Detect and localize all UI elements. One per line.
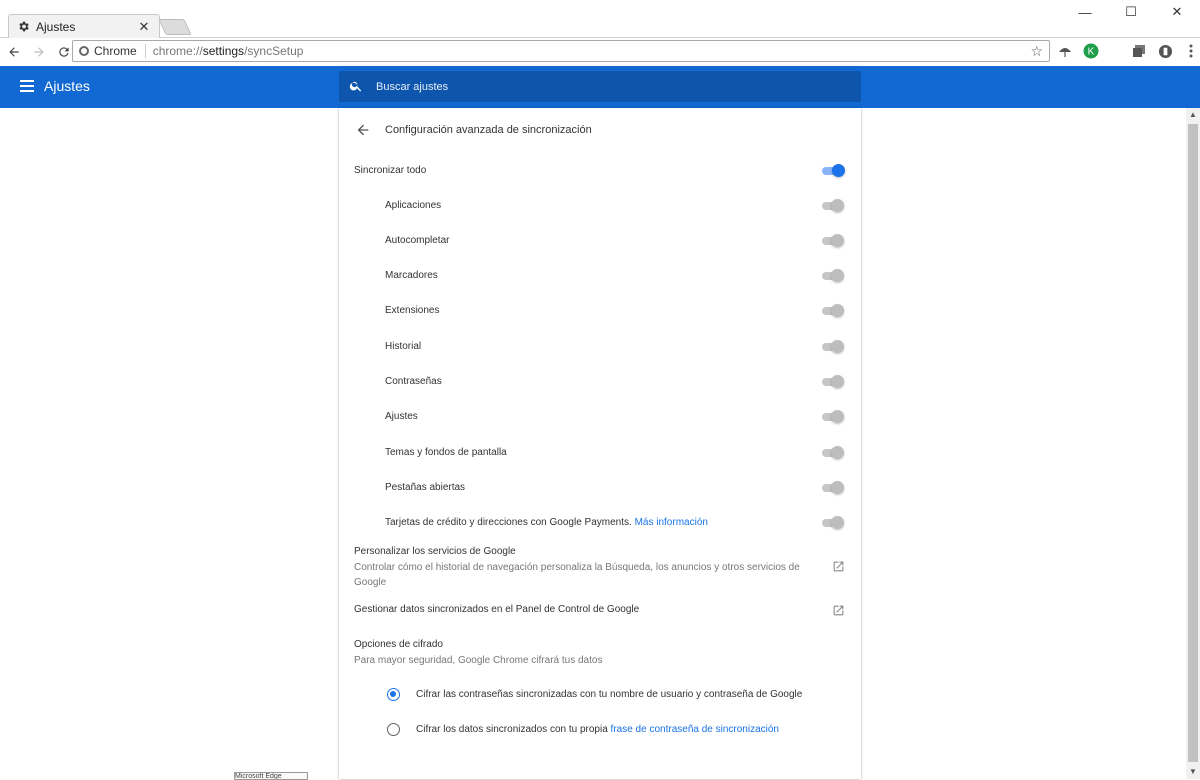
extension-umbrella-icon[interactable] (1055, 41, 1075, 61)
open-tabs-toggle[interactable] (822, 481, 844, 494)
apps-toggle[interactable] (822, 199, 844, 212)
sync-all-row[interactable]: Sincronizar todo (339, 154, 861, 189)
url-text: chrome://settings/syncSetup (152, 44, 304, 58)
site-label: Chrome (94, 44, 137, 58)
open-in-new-icon[interactable] (832, 560, 845, 573)
sync-item-label: Pestañas abiertas (385, 482, 466, 493)
address-bar[interactable]: Chrome chrome://settings/syncSetup ☆ (72, 40, 1050, 62)
extension-shield-icon[interactable] (1155, 41, 1175, 61)
scroll-up-icon[interactable]: ▲ (1186, 108, 1200, 122)
arrow-right-icon (34, 46, 44, 57)
tab-title: Ajustes (36, 19, 76, 34)
page-title: Ajustes (44, 78, 90, 94)
extension-icons: K (1055, 41, 1200, 61)
forward-button[interactable] (28, 41, 50, 63)
encryption-options: Opciones de cifrado Para mayor seguridad… (354, 639, 834, 668)
encryption-description: Para mayor seguridad, Google Chrome cifr… (354, 655, 603, 666)
title-bar: Ajustes ✕ — ☐ ✕ (0, 0, 1200, 38)
site-chip[interactable]: Chrome (79, 44, 146, 58)
sync-item-label: Extensiones (385, 305, 440, 316)
bookmark-star-icon[interactable]: ☆ (1030, 43, 1043, 60)
themes-toggle[interactable] (822, 446, 844, 459)
reload-icon (59, 46, 69, 57)
maximize-button[interactable]: ☐ (1108, 0, 1154, 24)
radio-google-password[interactable] (387, 688, 400, 701)
menu-more-icon[interactable] (1181, 41, 1200, 61)
card-header: Configuración avanzada de sincronización (339, 108, 861, 152)
sync-item-bookmarks[interactable]: Marcadores (339, 259, 861, 294)
search-icon (349, 79, 365, 95)
encryption-option-google[interactable]: Cifrar las contraseñas sincronizadas con… (339, 684, 861, 704)
sync-item-payments[interactable]: Tarjetas de crédito y direcciones con Go… (339, 506, 861, 541)
personalize-description: Controlar cómo el historial de navegació… (354, 562, 800, 588)
manage-synced-data[interactable]: Gestionar datos sincronizados en el Pane… (354, 604, 834, 615)
scroll-thumb[interactable] (1188, 124, 1198, 762)
sync-item-passwords[interactable]: Contraseñas (339, 365, 861, 400)
sync-item-label: Temas y fondos de pantalla (385, 447, 507, 458)
sync-item-open-tabs[interactable]: Pestañas abiertas (339, 471, 861, 506)
tab-close-icon[interactable]: ✕ (137, 19, 151, 35)
sync-item-label: Tarjetas de crédito y direcciones con Go… (385, 517, 708, 528)
sync-item-autofill[interactable]: Autocompletar (339, 224, 861, 259)
tab-settings[interactable]: Ajustes ✕ (8, 14, 160, 38)
page-scrollbar[interactable]: ▲ ▼ (1186, 108, 1200, 779)
extension-window-icon[interactable] (1129, 41, 1149, 61)
sync-item-label: Aplicaciones (385, 200, 442, 211)
browser-toolbar: Chrome chrome://settings/syncSetup ☆ K (0, 38, 1200, 65)
sync-all-label: Sincronizar todo (354, 165, 427, 176)
passphrase-link[interactable]: frase de contraseña de sincronización (611, 724, 779, 735)
sync-item-label: Marcadores (385, 270, 438, 281)
window-controls: — ☐ ✕ (1062, 0, 1200, 24)
minimize-button[interactable]: — (1062, 0, 1108, 24)
svg-text:K: K (1088, 47, 1095, 58)
personalize-google-services[interactable]: Personalizar los servicios de Google Con… (354, 546, 834, 590)
sync-item-label: Historial (385, 341, 422, 352)
sync-settings-card: Configuración avanzada de sincronización… (339, 108, 861, 779)
back-arrow-icon[interactable] (355, 122, 371, 138)
open-in-new-icon[interactable] (832, 604, 845, 617)
autofill-toggle[interactable] (822, 234, 844, 247)
extensions-toggle[interactable] (822, 304, 844, 317)
close-window-button[interactable]: ✕ (1154, 0, 1200, 24)
sync-item-extensions[interactable]: Extensiones (339, 294, 861, 329)
sync-all-toggle[interactable] (822, 164, 845, 177)
radio-label: Cifrar las contraseñas sincronizadas con… (416, 689, 803, 700)
search-box[interactable] (339, 71, 861, 102)
sync-item-themes[interactable]: Temas y fondos de pantalla (339, 436, 861, 471)
more-info-link[interactable]: Más información (635, 517, 708, 528)
extension-k-icon[interactable]: K (1081, 41, 1101, 61)
manage-title: Gestionar datos sincronizados en el Pane… (354, 604, 640, 615)
sync-item-settings[interactable]: Ajustes (339, 400, 861, 435)
bookmarks-toggle[interactable] (822, 269, 844, 282)
payments-toggle[interactable] (822, 516, 844, 529)
chrome-icon (79, 46, 89, 56)
history-toggle[interactable] (822, 340, 844, 353)
sync-item-history[interactable]: Historial (339, 330, 861, 365)
encryption-option-passphrase[interactable]: Cifrar los datos sincronizados con tu pr… (339, 719, 861, 739)
arrow-left-icon (9, 46, 19, 57)
sync-item-label: Autocompletar (385, 235, 450, 246)
new-tab-button[interactable] (158, 19, 192, 35)
back-button[interactable] (3, 41, 25, 63)
gear-icon (17, 20, 30, 33)
radio-label: Cifrar los datos sincronizados con tu pr… (416, 724, 779, 735)
settings-toggle[interactable] (822, 410, 844, 423)
sync-item-apps[interactable]: Aplicaciones (339, 189, 861, 224)
hamburger-menu-icon[interactable] (20, 80, 34, 92)
card-title: Configuración avanzada de sincronización (385, 124, 592, 136)
passwords-toggle[interactable] (822, 375, 844, 388)
scroll-down-icon[interactable]: ▼ (1186, 765, 1200, 779)
radio-sync-passphrase[interactable] (387, 723, 400, 736)
search-input[interactable] (374, 79, 834, 94)
personalize-title: Personalizar los servicios de Google (354, 546, 516, 557)
sync-item-label: Contraseñas (385, 376, 442, 387)
encryption-title: Opciones de cifrado (354, 639, 443, 650)
sync-item-label: Ajustes (385, 411, 418, 422)
settings-header: Ajustes (0, 66, 1200, 108)
